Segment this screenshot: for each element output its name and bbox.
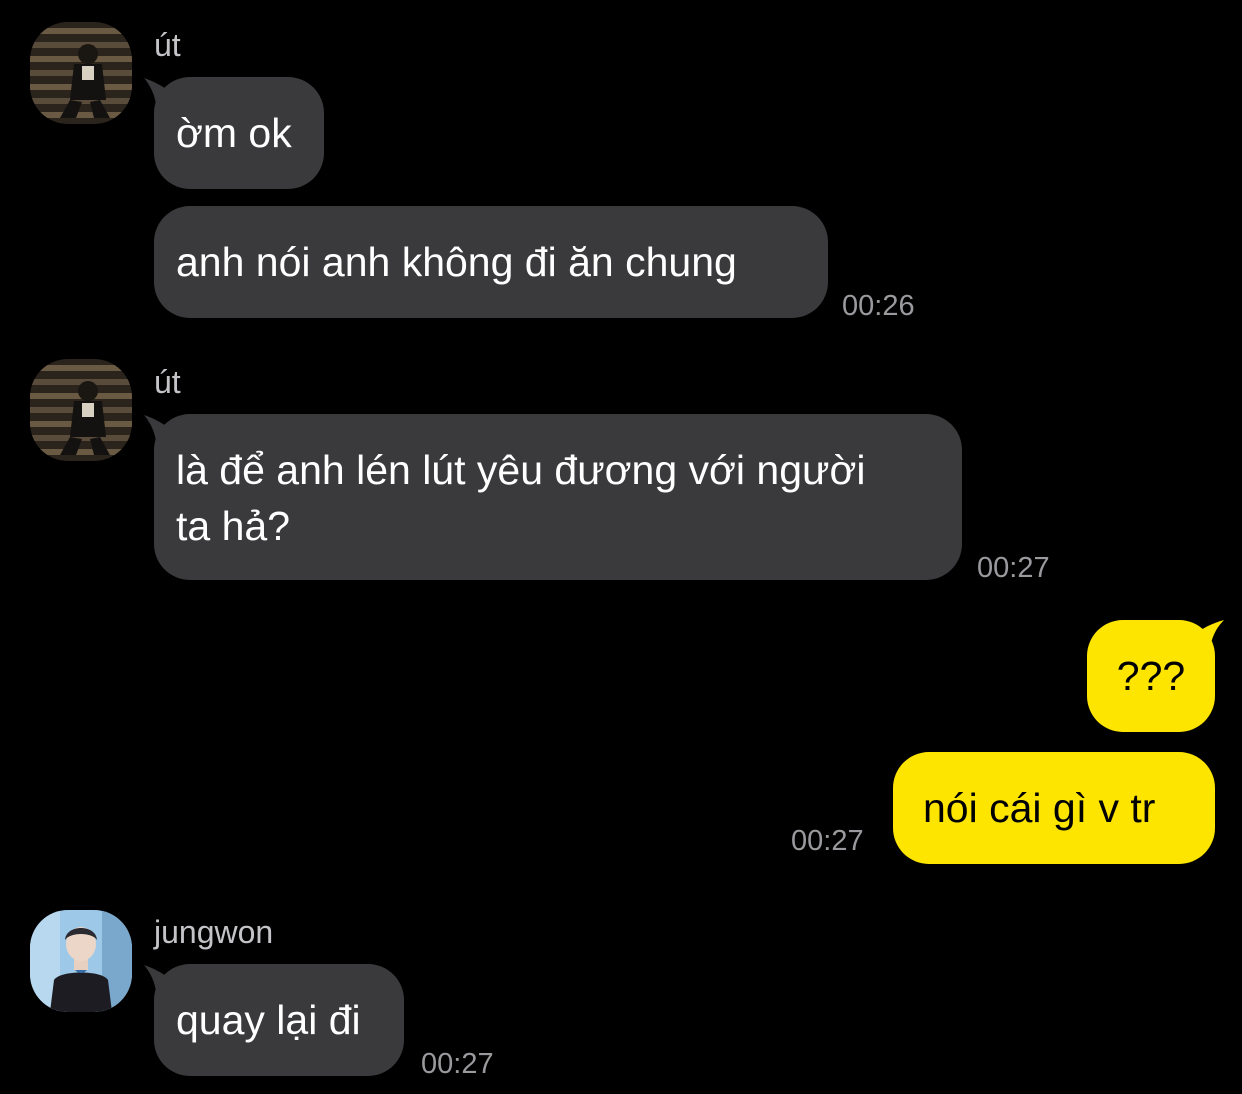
message-timestamp: 00:27 (791, 825, 864, 857)
message-text: nói cái gì v tr (923, 785, 1156, 831)
sender-name: út (154, 27, 181, 63)
message-bubble[interactable]: quay lại đi (154, 964, 404, 1076)
sender-name: út (154, 364, 181, 400)
message-text: ờm ok (176, 110, 292, 156)
message-text: quay lại đi (176, 997, 361, 1043)
message-bubble[interactable]: ờm ok (154, 77, 324, 189)
avatar-photo-jungwon-image (30, 910, 132, 1012)
message-bubble[interactable]: anh nói anh không đi ăn chung (154, 206, 828, 318)
message-text: ??? (1116, 653, 1186, 699)
message-bubble[interactable]: nói cái gì v tr (893, 752, 1215, 864)
message-bubble[interactable]: ??? (1087, 620, 1215, 732)
message-timestamp: 00:27 (421, 1048, 494, 1080)
avatar-jungwon[interactable] (30, 910, 132, 1012)
message-text: anh nói anh không đi ăn chung (176, 239, 737, 285)
message-timestamp: 00:27 (977, 552, 1050, 584)
avatar-ut[interactable] (30, 22, 132, 124)
message-text-line: ta hả? (176, 503, 290, 549)
message-timestamp: 00:26 (842, 290, 915, 322)
avatar-photo-ut-image (30, 22, 132, 124)
avatar-ut[interactable] (30, 359, 132, 461)
avatar-photo-ut-image (30, 359, 132, 461)
sender-name: jungwon (154, 914, 274, 950)
message-bubble[interactable]: là để anh lén lút yêu đương với người ta… (154, 414, 962, 580)
message-text-line: là để anh lén lút yêu đương với người (176, 447, 866, 493)
